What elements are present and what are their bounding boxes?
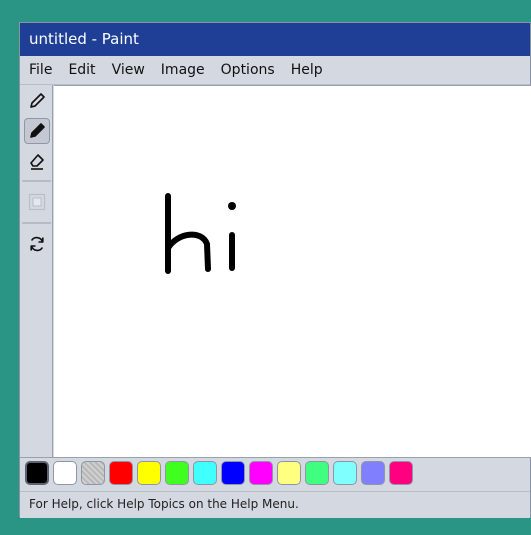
color-palette: [20, 457, 530, 491]
title-bar[interactable]: untitled - Paint: [20, 23, 530, 56]
paint-window: untitled - Paint File Edit View Image Op…: [19, 22, 531, 518]
color-swatch-black[interactable]: [25, 461, 49, 485]
status-text: For Help, click Help Topics on the Help …: [29, 497, 299, 511]
handwritten-hi-drawing: [165, 193, 236, 274]
brush-icon: [30, 123, 45, 138]
color-swatch-green[interactable]: [165, 461, 189, 485]
refresh-tool-button[interactable]: [24, 231, 50, 257]
menu-file[interactable]: File: [29, 62, 52, 78]
window-title: untitled - Paint: [29, 30, 139, 48]
eraser-icon: [30, 154, 44, 170]
eraser-tool-button[interactable]: [24, 148, 50, 174]
select-icon: [28, 193, 46, 211]
menu-edit[interactable]: Edit: [68, 62, 95, 78]
color-swatch-light-cyan[interactable]: [333, 461, 357, 485]
drawing-canvas[interactable]: [54, 85, 531, 457]
pencil-tool-button[interactable]: [24, 88, 50, 114]
color-swatch-white[interactable]: [53, 461, 77, 485]
color-swatch-light-yellow[interactable]: [277, 461, 301, 485]
menu-help[interactable]: Help: [291, 62, 323, 78]
menu-view[interactable]: View: [112, 62, 145, 78]
select-tool-button[interactable]: [24, 189, 50, 215]
toolbox-divider: [22, 180, 51, 182]
menu-options[interactable]: Options: [221, 62, 275, 78]
color-swatch-magenta[interactable]: [249, 461, 273, 485]
toolbox-divider: [22, 222, 51, 224]
color-swatch-periwinkle[interactable]: [361, 461, 385, 485]
color-swatch-cyan[interactable]: [193, 461, 217, 485]
brush-tool-button[interactable]: [24, 118, 50, 144]
toolbox: [20, 85, 53, 457]
color-swatch-light-green[interactable]: [305, 461, 329, 485]
color-swatch-blue[interactable]: [221, 461, 245, 485]
menu-image[interactable]: Image: [161, 62, 205, 78]
color-swatch-red[interactable]: [109, 461, 133, 485]
pencil-icon: [30, 93, 45, 108]
color-swatch-yellow[interactable]: [137, 461, 161, 485]
color-swatch-pink[interactable]: [389, 461, 413, 485]
color-swatch-gray[interactable]: [81, 461, 105, 485]
refresh-icon: [30, 236, 44, 252]
menu-bar: File Edit View Image Options Help: [20, 56, 530, 85]
status-bar: For Help, click Help Topics on the Help …: [20, 491, 530, 518]
